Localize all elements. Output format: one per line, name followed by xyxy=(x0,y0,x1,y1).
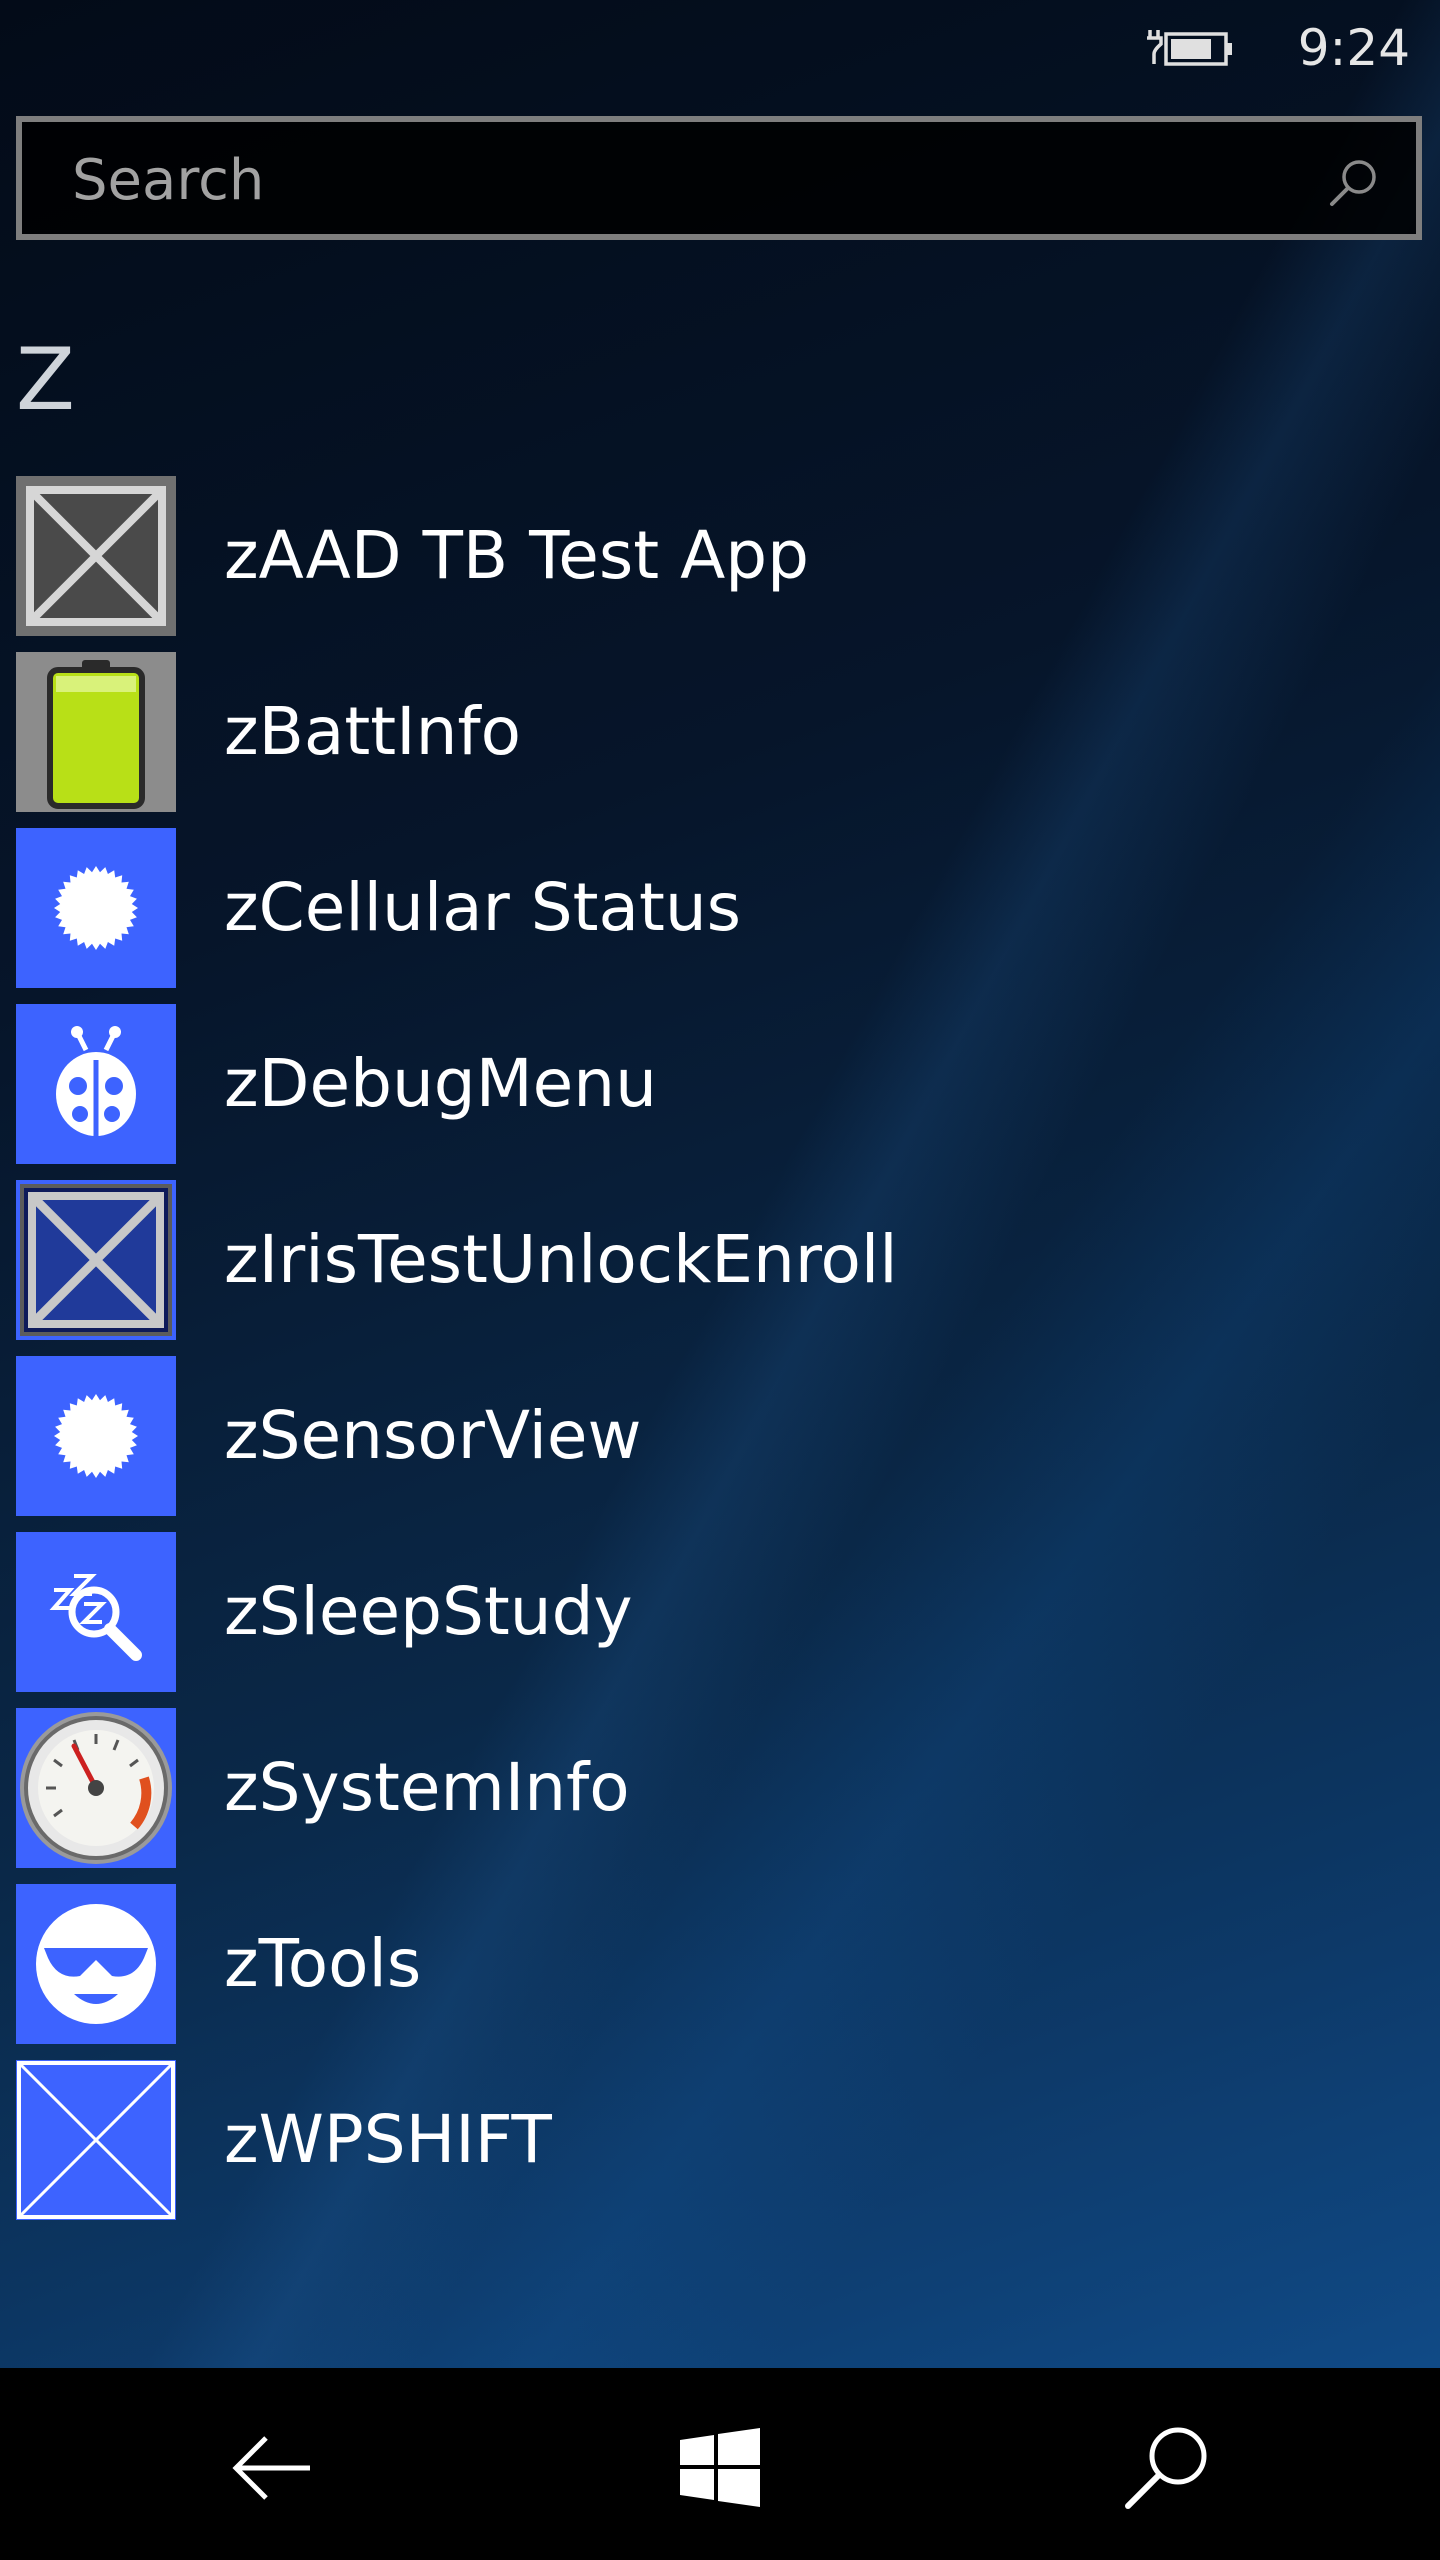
app-label: zCellular Status xyxy=(224,869,742,946)
app-label: zSensorView xyxy=(224,1397,642,1474)
navigation-bar xyxy=(0,2368,1440,2560)
app-item-zsleepstudy[interactable]: zSleepStudy xyxy=(16,1532,1276,1692)
app-label: zIrisTestUnlockEnroll xyxy=(224,1221,898,1298)
app-item-zaad-tb-test-app[interactable]: zAAD TB Test App xyxy=(16,476,1276,636)
ladybug-icon xyxy=(16,1004,176,1164)
placeholder-x-icon xyxy=(16,476,176,636)
starburst-icon xyxy=(16,1356,176,1516)
app-label: zBattInfo xyxy=(224,693,522,770)
app-label: zTools xyxy=(224,1925,422,2002)
app-label: zSystemInfo xyxy=(224,1749,630,1826)
battery-charging-icon xyxy=(1144,24,1236,70)
back-arrow-icon[interactable] xyxy=(222,2418,322,2518)
app-label: zWPSHIFT xyxy=(224,2101,552,2178)
battery-icon xyxy=(16,652,176,812)
status-bar: 9:24 xyxy=(0,0,1440,100)
app-item-zbattinfo[interactable]: zBattInfo xyxy=(16,652,1276,812)
app-item-ziristestunlockenroll[interactable]: zIrisTestUnlockEnroll xyxy=(16,1180,1276,1340)
placeholder-x-icon xyxy=(16,1180,176,1340)
sunglasses-smiley-icon xyxy=(16,1884,176,2044)
app-label: zAAD TB Test App xyxy=(224,517,810,594)
app-item-ztools[interactable]: zTools xyxy=(16,1884,1276,2044)
section-header-z[interactable]: Z xyxy=(16,330,75,430)
app-item-zwpshift[interactable]: zWPSHIFT xyxy=(16,2060,1276,2220)
sleep-magnifier-icon xyxy=(16,1532,176,1692)
app-item-zdebugmenu[interactable]: zDebugMenu xyxy=(16,1004,1276,1164)
app-item-zsensorview[interactable]: zSensorView xyxy=(16,1356,1276,1516)
app-label: zDebugMenu xyxy=(224,1045,657,1122)
app-item-zsysteminfo[interactable]: zSystemInfo xyxy=(16,1708,1276,1868)
windows-logo-icon[interactable] xyxy=(670,2418,770,2518)
search-icon[interactable] xyxy=(1118,2418,1218,2518)
search-icon[interactable] xyxy=(1326,156,1380,210)
starburst-icon xyxy=(16,828,176,988)
clock: 9:24 xyxy=(1297,19,1410,77)
search-input[interactable]: Search xyxy=(16,116,1422,240)
placeholder-x-icon xyxy=(16,2060,176,2220)
app-item-zcellular-status[interactable]: zCellular Status xyxy=(16,828,1276,988)
gauge-icon xyxy=(16,1708,176,1868)
search-placeholder: Search xyxy=(72,148,265,213)
app-label: zSleepStudy xyxy=(224,1573,633,1650)
